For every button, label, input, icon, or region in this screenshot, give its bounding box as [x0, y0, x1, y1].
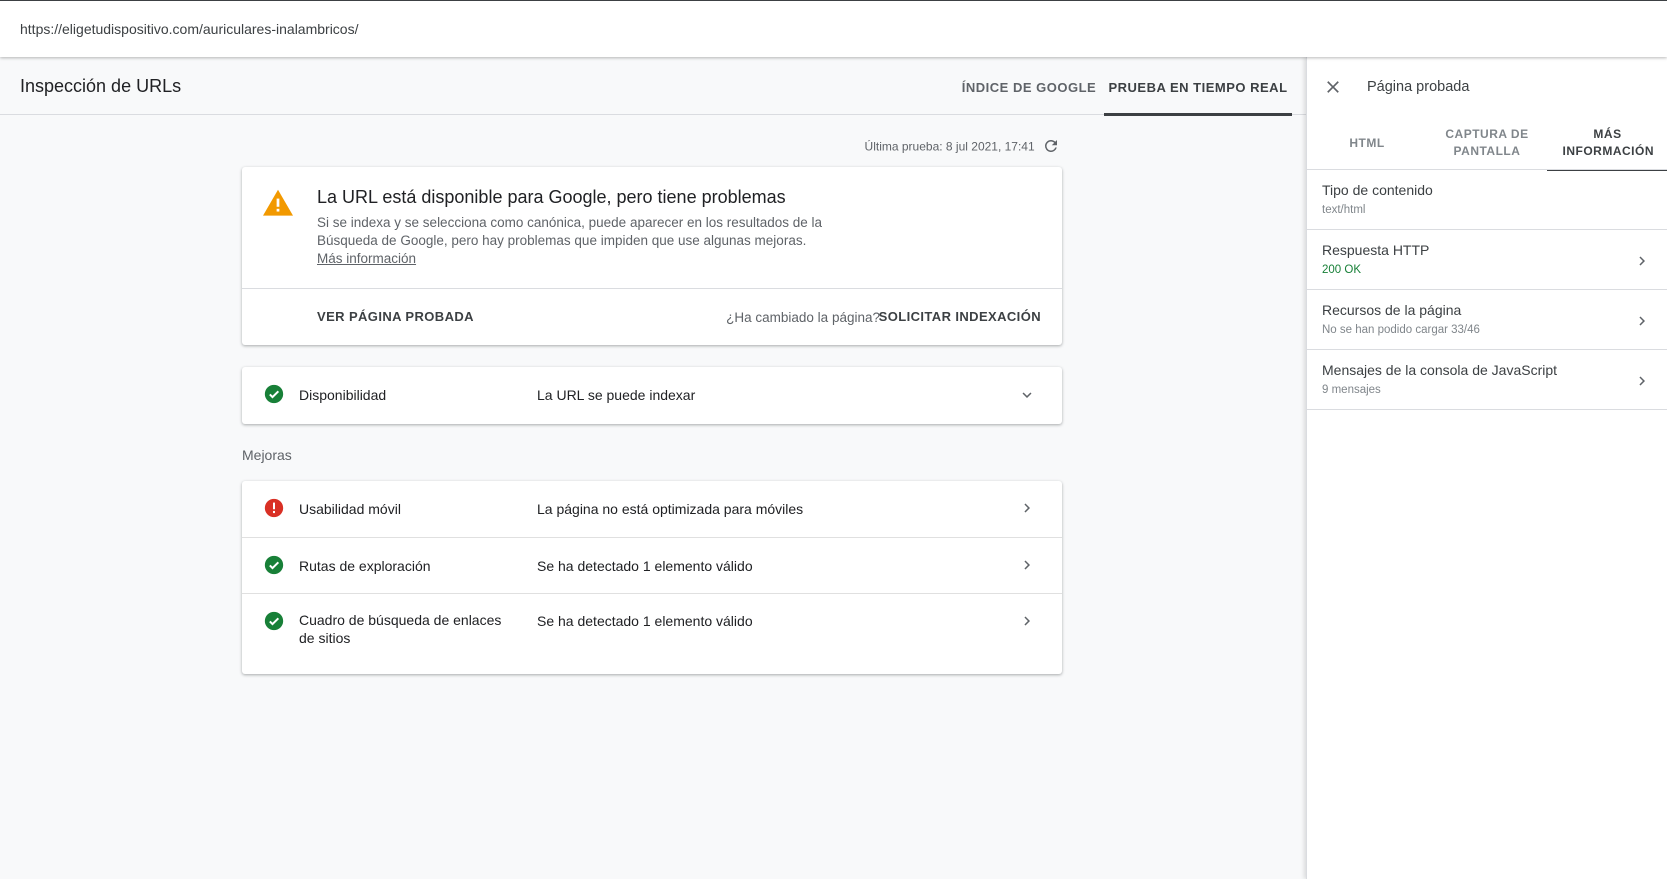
improvements-heading: Mejoras — [242, 447, 292, 463]
page-title: Inspección de URLs — [20, 76, 182, 96]
availability-value: La URL se puede indexar — [537, 387, 696, 403]
chevron-right-icon[interactable] — [1633, 372, 1651, 395]
chevron-right-icon[interactable] — [1018, 612, 1036, 635]
chevron-down-icon[interactable] — [1018, 386, 1036, 409]
tab-screenshot[interactable]: CAPTURA DE PANTALLA — [1427, 117, 1547, 169]
info-value: 200 OK — [1322, 264, 1361, 276]
improvement-label: Cuadro de búsqueda de enlaces de sitios — [299, 612, 502, 646]
info-row-http-response[interactable]: Respuesta HTTP 200 OK — [1307, 230, 1667, 290]
info-value: No se han podido cargar 33/46 — [1322, 324, 1480, 336]
availability-row[interactable]: Disponibilidad La URL se puede indexar — [242, 367, 1062, 424]
tab-html[interactable]: HTML — [1307, 117, 1427, 169]
availability-label: Disponibilidad — [299, 387, 387, 403]
warning-icon — [261, 187, 295, 222]
last-test-label: Última prueba: 8 jul 2021, 17:41 — [864, 139, 1035, 154]
main-area: Inspección de URLs ÍNDICE DE GOOGLE PRUE… — [0, 57, 1306, 879]
info-label: Tipo de contenido — [1322, 182, 1433, 198]
inspected-url: https://eligetudispositivo.com/auricular… — [20, 21, 359, 37]
improvement-value: La página no está optimizada para móvile… — [537, 501, 804, 517]
improvement-label: Rutas de exploración — [299, 558, 431, 574]
page-changed-prompt: ¿Ha cambiado la página? — [726, 310, 880, 325]
last-test-info: Última prueba: 8 jul 2021, 17:41 — [720, 137, 1060, 158]
tab-screenshot-label: CAPTURA DE PANTALLA — [1445, 127, 1529, 158]
chevron-right-icon[interactable] — [1633, 312, 1651, 335]
chevron-right-icon[interactable] — [1018, 556, 1036, 579]
chevron-right-icon[interactable] — [1018, 499, 1036, 522]
info-row-content-type: Tipo de contenido text/html — [1307, 170, 1667, 230]
tab-google-index[interactable]: ÍNDICE DE GOOGLE — [960, 57, 1098, 115]
info-label: Mensajes de la consola de JavaScript — [1322, 362, 1558, 378]
improvement-value: Se ha detectado 1 elemento válido — [537, 558, 753, 574]
info-value: 9 mensajes — [1322, 384, 1381, 396]
info-row-js-console[interactable]: Mensajes de la consola de JavaScript 9 m… — [1307, 350, 1667, 410]
more-info-link[interactable]: Más información — [317, 251, 416, 266]
improvement-row-mobile-usability[interactable]: Usabilidad móvil La página no está optim… — [242, 481, 1062, 537]
improvements-card: Usabilidad móvil La página no está optim… — [242, 481, 1062, 674]
improvement-value: Se ha detectado 1 elemento válido — [537, 613, 753, 629]
card-divider — [242, 288, 1062, 289]
status-card: La URL está disponible para Google, pero… — [242, 167, 1062, 345]
tab-html-label: HTML — [1349, 135, 1385, 150]
check-circle-icon — [264, 611, 284, 636]
view-tested-page-button[interactable]: VER PÁGINA PROBADA — [317, 309, 474, 324]
info-row-page-resources[interactable]: Recursos de la página No se han podido c… — [1307, 290, 1667, 350]
info-label: Respuesta HTTP — [1322, 242, 1430, 258]
tab-more-info[interactable]: MÁS INFORMACIÓN — [1547, 117, 1667, 171]
info-value: text/html — [1322, 204, 1366, 216]
status-headline: La URL está disponible para Google, pero… — [317, 187, 786, 207]
improvement-label: Usabilidad móvil — [299, 501, 401, 517]
refresh-icon[interactable] — [1042, 137, 1060, 158]
improvement-row-breadcrumbs[interactable]: Rutas de exploración Se ha detectado 1 e… — [242, 537, 1062, 593]
close-icon[interactable] — [1323, 77, 1343, 102]
error-icon — [264, 498, 284, 523]
tested-page-panel: Página probada HTML CAPTURA DE PANTALLA … — [1306, 57, 1667, 879]
main-header: Inspección de URLs ÍNDICE DE GOOGLE PRUE… — [0, 57, 1306, 116]
info-label: Recursos de la página — [1322, 302, 1462, 318]
panel-title: Página probada — [1367, 79, 1470, 95]
check-circle-icon — [264, 555, 284, 580]
request-indexing-button[interactable]: SOLICITAR INDEXACIÓN — [879, 309, 1041, 324]
tab-more-info-label: MÁS INFORMACIÓN — [1562, 127, 1654, 158]
chevron-right-icon[interactable] — [1633, 252, 1651, 275]
status-description: Si se indexa y se selecciona como canóni… — [317, 215, 823, 248]
tab-live-test[interactable]: PRUEBA EN TIEMPO REAL — [1104, 57, 1292, 116]
url-bar: https://eligetudispositivo.com/auricular… — [0, 0, 1667, 57]
improvement-row-sitelinks-searchbox[interactable]: Cuadro de búsqueda de enlaces de sitios … — [242, 593, 1062, 674]
check-circle-icon — [264, 384, 284, 409]
